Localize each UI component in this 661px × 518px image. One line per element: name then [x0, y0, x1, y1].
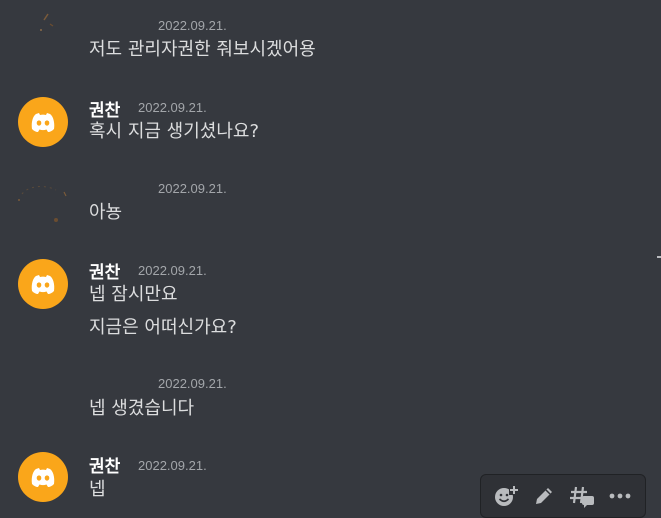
message-author[interactable]: 권찬: [89, 452, 120, 477]
message-text: 넵 생겼습니다: [89, 398, 195, 419]
message-timestamp: 2022.09.21.: [138, 458, 207, 473]
message-timestamp: 2022.09.21.: [138, 100, 207, 115]
pencil-icon: [536, 488, 552, 504]
message-text: 넵 잠시만요: [89, 284, 178, 305]
message-author[interactable]: 권찬: [89, 96, 120, 121]
message-timestamp: 2022.09.21.: [158, 376, 227, 391]
more-options-button[interactable]: [601, 476, 639, 516]
message-text: 저도 관리자권한 줘보시겠어용: [89, 39, 316, 60]
thread-icon: [570, 486, 594, 508]
user-avatar[interactable]: [14, 178, 70, 228]
message-text: 아뇽: [89, 202, 123, 223]
message-actions-toolbar: [480, 474, 646, 518]
edit-button[interactable]: [525, 476, 563, 516]
message-text: 혹시 지금 생기셨나요?: [89, 121, 260, 142]
message-author[interactable]: 권찬: [89, 258, 120, 283]
add-reaction-icon: [495, 485, 519, 506]
discord-logo-icon: [31, 468, 55, 487]
message-timestamp: 2022.09.21.: [158, 181, 227, 196]
add-reaction-button[interactable]: [487, 476, 525, 516]
message-text: 지금은 어떠신가요?: [89, 317, 237, 338]
create-thread-button[interactable]: [563, 476, 601, 516]
message-timestamp: 2022.09.21.: [138, 263, 207, 278]
discord-logo-icon: [31, 275, 55, 294]
user-avatar[interactable]: [14, 0, 70, 48]
user-avatar[interactable]: [18, 97, 68, 147]
discord-logo-icon: [31, 113, 55, 132]
more-icon: [609, 493, 631, 499]
message-timestamp: 2022.09.21.: [158, 18, 227, 33]
user-avatar[interactable]: [18, 452, 68, 502]
user-avatar[interactable]: [18, 259, 68, 309]
scrollbar-marker: [657, 256, 661, 258]
message-text: 넵: [89, 479, 106, 500]
